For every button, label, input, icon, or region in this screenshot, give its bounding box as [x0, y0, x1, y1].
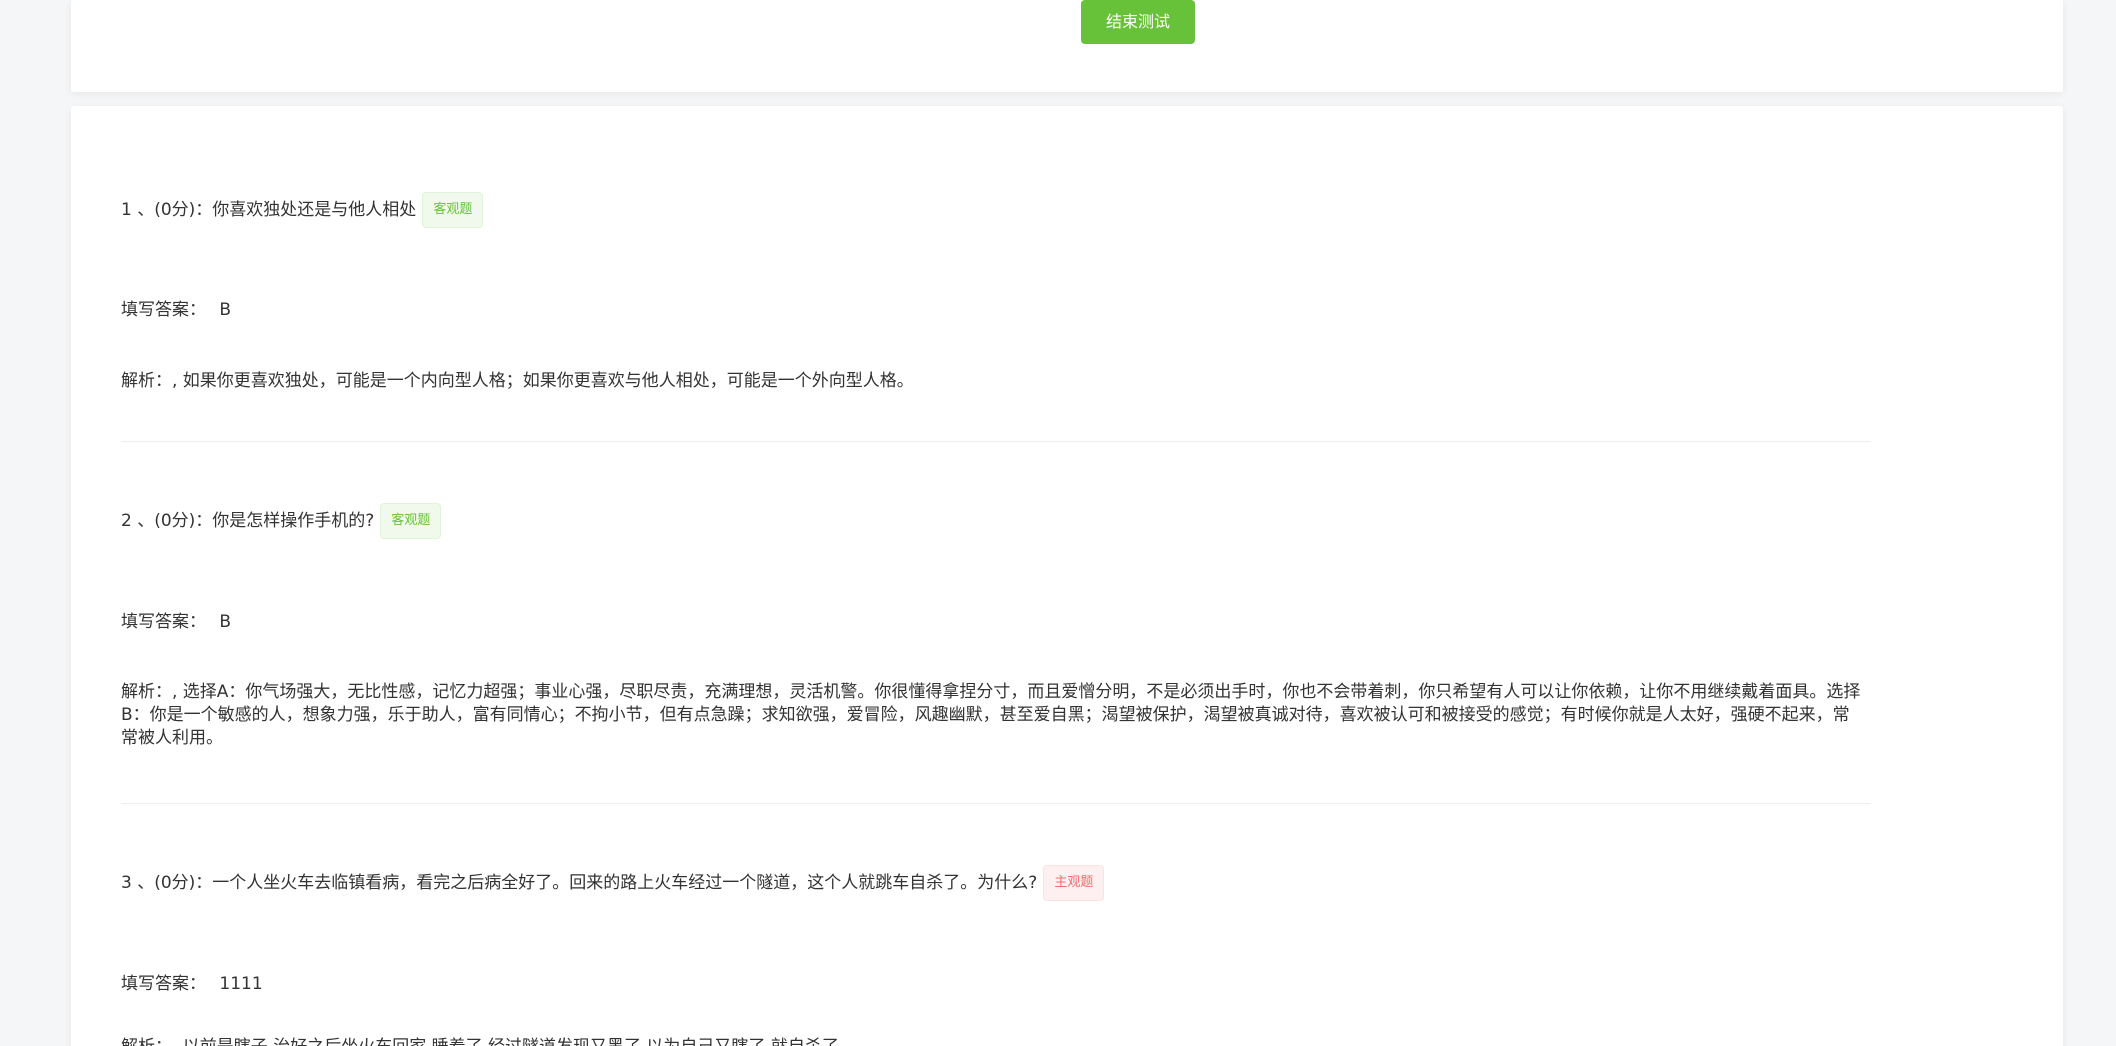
question-type-tag: 主观题 [1043, 865, 1105, 901]
answer-row: 填写答案： 1111 [121, 972, 263, 996]
analysis-text: 解析：, 选择A：你气场强大，无比性感，记忆力超强；事业心强，尽职尽责，充满理想… [121, 682, 1861, 748]
answer-value: B [219, 300, 232, 320]
question-title: 3 、(0分)：一个人坐火车去临镇看病，看完之后病全好了。回来的路上火车经过一个… [121, 873, 1038, 893]
answer-label: 填写答案： [121, 612, 206, 632]
question-2: 2 、(0分)：你是怎样操作手机的? 客观题 [121, 503, 1871, 539]
question-1: 1 、(0分)：你喜欢独处还是与他人相处 客观题 [121, 192, 1871, 228]
divider [121, 803, 1871, 804]
question-list-card [71, 106, 2063, 1046]
question-title-row: 3 、(0分)：一个人坐火车去临镇看病，看完之后病全好了。回来的路上火车经过一个… [121, 865, 1871, 901]
answer-row: 填写答案： B [121, 610, 231, 634]
answer-row: 填写答案： B [121, 298, 231, 322]
end-test-button[interactable]: 结束测试 [1081, 0, 1195, 44]
question-title-row: 2 、(0分)：你是怎样操作手机的? 客观题 [121, 503, 1871, 539]
question-3: 3 、(0分)：一个人坐火车去临镇看病，看完之后病全好了。回来的路上火车经过一个… [121, 865, 1871, 901]
answer-value: B [219, 612, 232, 632]
answer-value: 1111 [219, 974, 263, 994]
answer-label: 填写答案： [121, 974, 206, 994]
page: 结束测试 1 、(0分)：你喜欢独处还是与他人相处 客观题 填写答案： B 解析… [0, 0, 2116, 1046]
question-title: 1 、(0分)：你喜欢独处还是与他人相处 [121, 200, 417, 220]
question-type-tag: 客观题 [422, 192, 484, 228]
question-title-row: 1 、(0分)：你喜欢独处还是与他人相处 客观题 [121, 192, 1871, 228]
top-card: 结束测试 [71, 0, 2063, 92]
question-title: 2 、(0分)：你是怎样操作手机的? [121, 511, 375, 531]
answer-label: 填写答案： [121, 300, 206, 320]
analysis-text: 解析：, 如果你更喜欢独处，可能是一个内向型人格；如果你更喜欢与他人相处，可能是… [121, 371, 914, 391]
divider [121, 441, 1871, 442]
analysis-text: 解析：, 以前是瞎子,治好之后坐火车回家,睡着了,经过隧道发现又黑了,以为自己又… [121, 1036, 1861, 1046]
question-type-tag: 客观题 [380, 503, 442, 539]
